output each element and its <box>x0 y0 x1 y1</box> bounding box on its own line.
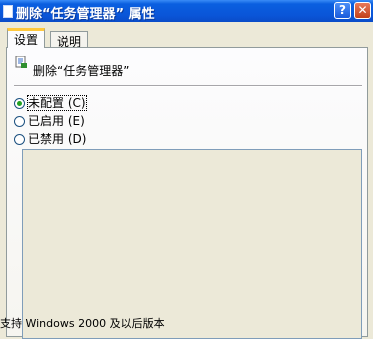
window-title: 删除“任务管理器” 属性 <box>16 7 155 22</box>
radio-label: 已禁用 (D) <box>28 132 87 146</box>
title-bar[interactable]: 删除“任务管理器” 属性 ? ✕ <box>0 0 373 22</box>
tab-settings[interactable]: 设置 <box>7 28 46 48</box>
settings-panel: 删除“任务管理器” 未配置 (C) 已启用 (E) 已禁用 (D) <box>6 47 368 339</box>
help-button[interactable]: ? <box>334 2 351 19</box>
radio-label: 未配置 (C) <box>27 95 87 111</box>
options-area <box>22 149 362 339</box>
radio-not-configured[interactable]: 未配置 (C) <box>14 95 87 111</box>
radio-label: 已启用 (E) <box>28 114 85 128</box>
policy-name: 删除“任务管理器” <box>33 64 130 78</box>
close-button[interactable]: ✕ <box>354 2 371 19</box>
radio-button[interactable] <box>14 98 25 109</box>
radio-button[interactable] <box>14 134 25 145</box>
supported-on-text: 支持 Windows 2000 及以后版本 <box>0 317 165 330</box>
radio-disabled[interactable]: 已禁用 (D) <box>14 132 86 147</box>
tab-explain[interactable]: 说明 <box>50 31 89 49</box>
divider <box>14 85 362 87</box>
radio-button[interactable] <box>14 116 25 127</box>
window-icon <box>3 5 13 18</box>
radio-enabled[interactable]: 已启用 (E) <box>14 114 85 129</box>
policy-setting-icon <box>15 56 27 68</box>
